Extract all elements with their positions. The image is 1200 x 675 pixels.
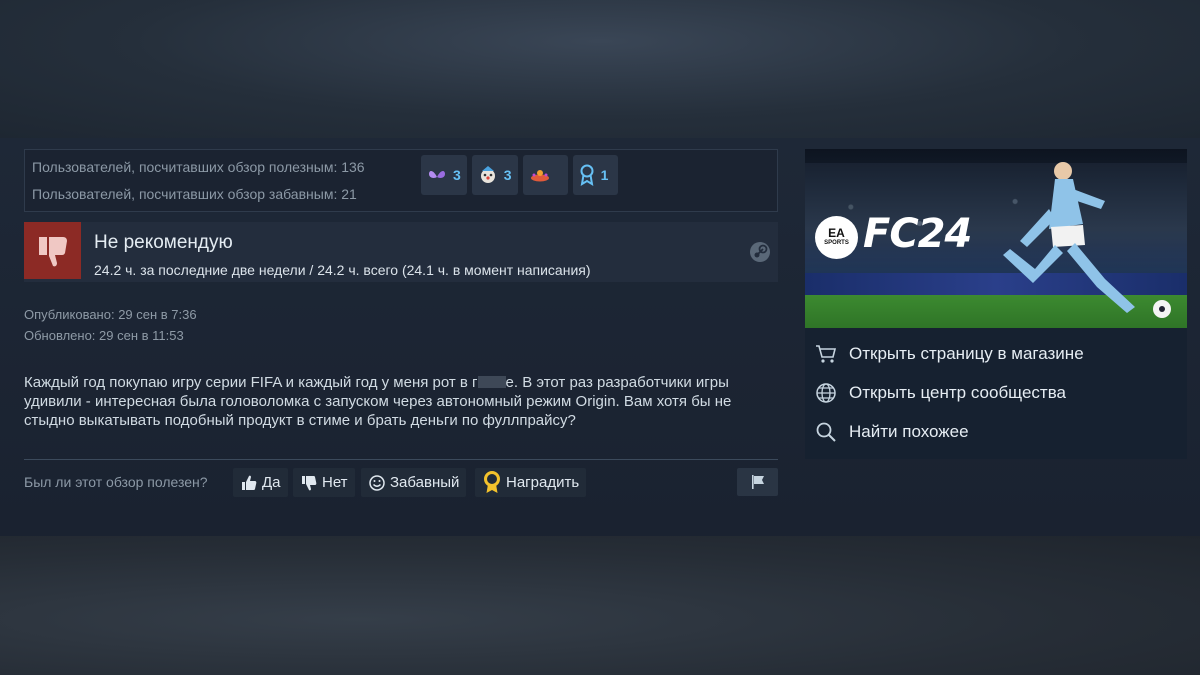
- report-flag-button[interactable]: [737, 468, 778, 496]
- award-ribbon[interactable]: 1: [572, 155, 618, 195]
- votes-summary: Пользователей, посчитавших обзор полезны…: [24, 149, 778, 212]
- game-card: EA SPORTS FC24 Открыть страницу в магази…: [805, 149, 1187, 459]
- funny-votes-text: Пользователей, посчитавших обзор забавны…: [32, 186, 357, 202]
- award-button[interactable]: Наградить: [475, 468, 587, 497]
- background-top: [0, 0, 1200, 138]
- vote-funny-button[interactable]: Забавный: [361, 468, 467, 497]
- award-count: 1: [600, 167, 609, 183]
- vote-no-label: Нет: [322, 474, 348, 491]
- steam-icon: [750, 242, 770, 262]
- search-icon: [816, 422, 836, 442]
- verdict-title: Не рекомендую: [94, 232, 233, 253]
- helpful-votes-text: Пользователей, посчитавших обзор полезны…: [32, 159, 365, 175]
- smiley-icon: [369, 474, 385, 491]
- thumbs-down-tile: [24, 222, 81, 279]
- award-count: 3: [453, 167, 461, 183]
- ea-logo-text: EA: [828, 225, 845, 240]
- background-bottom: [0, 536, 1200, 675]
- helpful-question: Был ли этот обзор полезен?: [24, 474, 208, 490]
- award-wings[interactable]: 3: [421, 155, 467, 195]
- ribbon-award-icon: [580, 164, 594, 186]
- game-capsule-image[interactable]: EA SPORTS FC24: [805, 149, 1187, 328]
- cart-icon: [816, 345, 837, 363]
- vote-no-button[interactable]: Нет: [293, 468, 355, 497]
- award-count: 3: [503, 167, 512, 183]
- published-date: Опубликовано: 29 сен в 7:36: [24, 307, 197, 322]
- open-store-page-link[interactable]: Открыть страницу в магазине: [815, 341, 1084, 367]
- vote-funny-label: Забавный: [390, 474, 460, 491]
- party-award-icon: [530, 170, 549, 182]
- find-similar-link[interactable]: Найти похожее: [815, 419, 969, 445]
- award-button-label: Наградить: [506, 474, 580, 491]
- vote-yes-button[interactable]: Да: [233, 468, 288, 497]
- vote-yes-label: Да: [262, 474, 281, 491]
- review-body: Каждый год покупаю игру серии FIFA и каж…: [24, 373, 784, 430]
- wings-award-icon: [429, 170, 445, 178]
- find-similar-label: Найти похожее: [849, 422, 969, 441]
- thumbs-down-icon: [38, 236, 67, 266]
- open-community-hub-link[interactable]: Открыть центр сообщества: [815, 380, 1066, 406]
- updated-date: Обновлено: 29 сен в 11:53: [24, 328, 184, 343]
- playtime-text: 24.2 ч. за последние две недели / 24.2 ч…: [94, 262, 591, 278]
- clown-award-icon: [480, 166, 495, 183]
- open-community-hub-label: Открыть центр сообщества: [849, 383, 1067, 402]
- award-medal-icon: [484, 470, 500, 493]
- game-title-logo: FC24: [863, 211, 972, 257]
- flag-icon: [751, 475, 764, 489]
- open-store-page-label: Открыть страницу в магазине: [849, 344, 1084, 363]
- redaction-block: [477, 376, 506, 388]
- review-verdict: Не рекомендую 24.2 ч. за последние две н…: [24, 222, 778, 282]
- award-clown[interactable]: 3: [471, 155, 518, 195]
- awards-list: 3 3 3 1: [421, 155, 618, 195]
- globe-icon: [816, 383, 836, 403]
- review-text-part1: Каждый год покупаю игру серии FIFA и каж…: [24, 374, 478, 391]
- ea-sports-logo: EA SPORTS: [815, 216, 858, 259]
- thumbs-down-icon: [302, 475, 317, 490]
- thumbs-up-icon: [242, 475, 257, 490]
- divider: [24, 459, 778, 460]
- ea-logo-subtext: SPORTS: [824, 239, 849, 246]
- award-party[interactable]: 3: [522, 155, 568, 195]
